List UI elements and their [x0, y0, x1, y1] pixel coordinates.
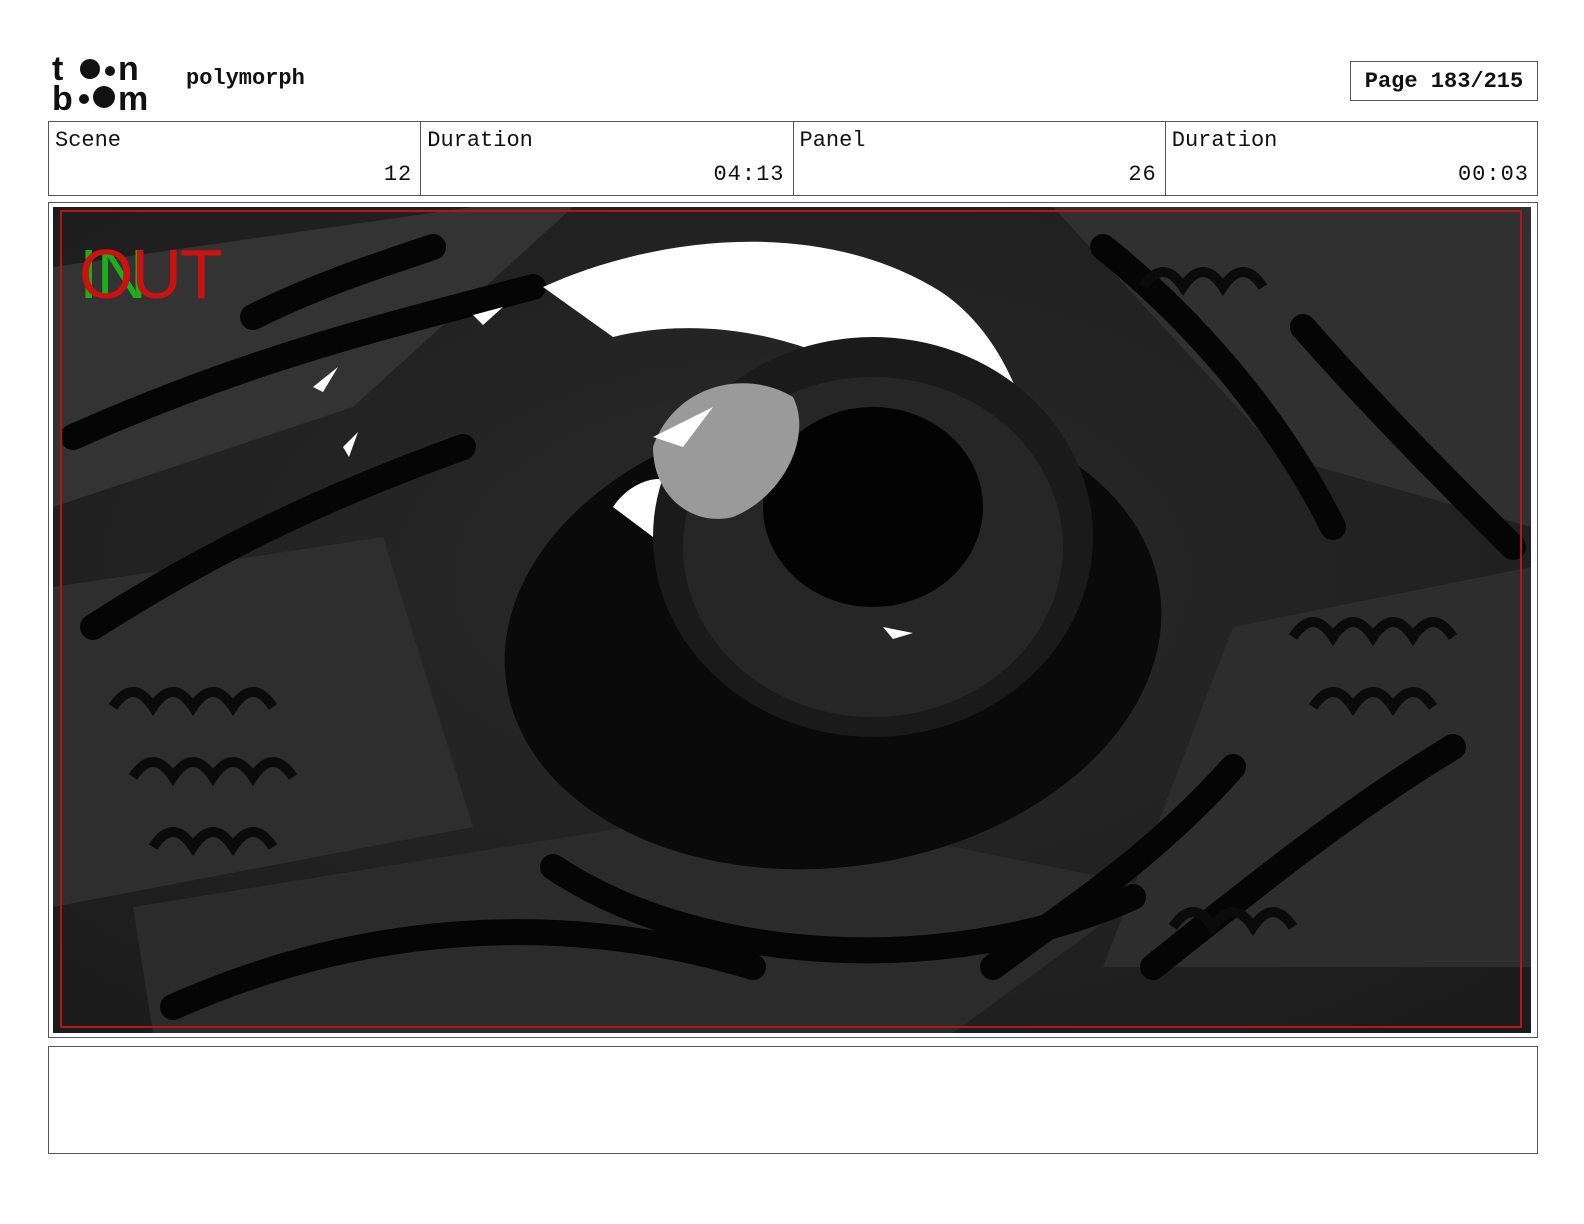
panel-duration-label: Duration [1171, 128, 1278, 153]
panel-label: Panel [799, 128, 866, 153]
panel-cell: Panel 26 [794, 122, 1166, 195]
panel-notes [48, 1046, 1538, 1154]
scene-duration-cell: Duration 04:13 [421, 122, 794, 195]
storyboard-panel: IN OUT [48, 202, 1538, 1038]
svg-text:b: b [52, 80, 73, 112]
svg-text:m: m [118, 80, 148, 112]
scene-duration-value: 04:13 [713, 162, 785, 187]
scene-label: Scene [55, 128, 122, 153]
page-indicator: Page 183/215 [1350, 61, 1538, 101]
panel-artwork: IN OUT [53, 207, 1531, 1033]
toon-boom-logo: t n b m [52, 50, 164, 118]
scene-value: 12 [383, 162, 413, 187]
panel-duration-value: 00:03 [1457, 162, 1529, 187]
panel-value: 26 [1128, 162, 1157, 187]
out-marker: OUT [79, 235, 223, 313]
scene-info-row: Scene 12 Duration 04:13 Panel 26 Duratio… [48, 121, 1538, 196]
panel-duration-cell: Duration 00:03 [1166, 122, 1537, 195]
in-out-marker: IN OUT [79, 235, 279, 313]
scene-cell: Scene 12 [49, 122, 422, 195]
project-title: polymorph [186, 66, 305, 91]
scene-duration-label: Duration [427, 128, 533, 153]
